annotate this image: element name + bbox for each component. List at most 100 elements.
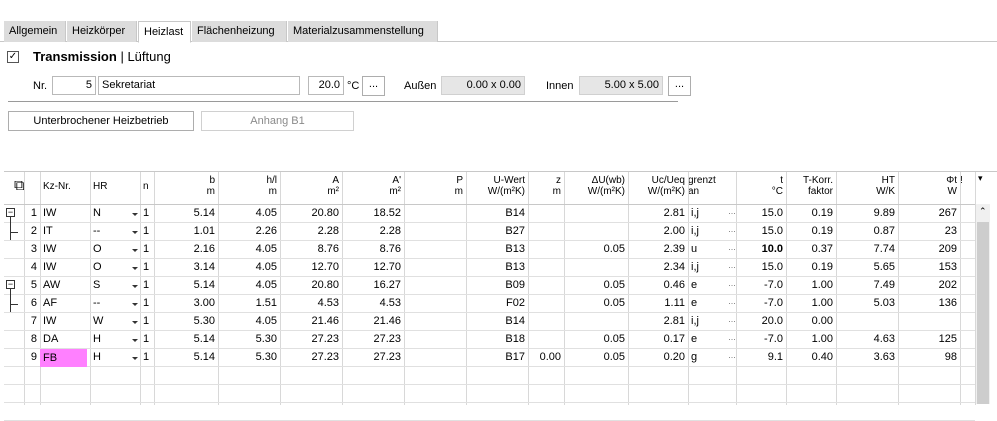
cell-gr[interactable]: i,j (688, 225, 733, 237)
scrollbar-thumb[interactable] (977, 222, 989, 404)
cell-du[interactable]: 0.05 (564, 351, 625, 363)
cell-u[interactable]: B27 (466, 225, 525, 237)
dropdown-arrow-icon[interactable] (132, 213, 138, 216)
cell-n[interactable]: 1 (140, 279, 151, 291)
cell-h[interactable]: 4.05 (218, 261, 277, 273)
group-collapse-icon[interactable]: − (6, 208, 15, 217)
column-header[interactable]: HT W/K (836, 175, 895, 197)
cell-n[interactable]: 1 (140, 351, 151, 363)
column-header[interactable]: A' m² (342, 175, 401, 197)
cell-gr[interactable]: e (688, 297, 733, 309)
cell-b[interactable]: 3.14 (154, 261, 215, 273)
lueftung-label[interactable]: Lüftung (127, 49, 170, 64)
cell-b[interactable]: 5.14 (154, 279, 215, 291)
cell-u[interactable]: B13 (466, 261, 525, 273)
temp-ellipsis-button[interactable]: ... (362, 76, 385, 96)
cell-kz[interactable]: IW (40, 207, 87, 219)
cell-gr[interactable]: i,j (688, 315, 733, 327)
cell-n[interactable]: 1 (140, 225, 151, 237)
dropdown-arrow-icon[interactable] (132, 321, 138, 324)
cell-du[interactable]: 0.05 (564, 279, 625, 291)
cell-hr[interactable]: -- (90, 297, 137, 309)
cell-u[interactable]: F02 (466, 297, 525, 309)
ellipsis-icon[interactable]: … (728, 243, 736, 252)
cell-u[interactable]: B18 (466, 333, 525, 345)
ellipsis-icon[interactable]: … (728, 333, 736, 342)
cell-hr[interactable]: O (90, 261, 137, 273)
ellipsis-icon[interactable]: … (728, 297, 736, 306)
column-menu-icon[interactable]: ▾ (978, 173, 983, 184)
cell-n[interactable]: 1 (140, 315, 151, 327)
cell-hr[interactable]: N (90, 207, 137, 219)
dropdown-arrow-icon[interactable] (132, 339, 138, 342)
innen-ellipsis-button[interactable]: ... (668, 76, 691, 96)
ellipsis-icon[interactable]: … (728, 261, 736, 270)
cell-b[interactable]: 2.16 (154, 243, 215, 255)
tab-materialzusammenstellung[interactable]: Materialzusammenstellung (288, 21, 438, 42)
cell-u[interactable]: B17 (466, 351, 525, 363)
dropdown-arrow-icon[interactable] (132, 303, 138, 306)
cell-gr[interactable]: g (688, 351, 733, 363)
tab-heizkoerper[interactable]: Heizkörper (67, 21, 137, 42)
column-header[interactable]: U-Wert W/(m²K) (466, 175, 525, 197)
cell-du[interactable]: 0.05 (564, 297, 625, 309)
group-collapse-icon[interactable]: − (6, 280, 15, 289)
tab-heizlast[interactable]: Heizlast (138, 21, 191, 43)
cell-h[interactable]: 1.51 (218, 297, 277, 309)
cell-kz[interactable]: IT (40, 225, 87, 237)
cell-hr[interactable]: W (90, 315, 137, 327)
cell-n[interactable]: 1 (140, 261, 151, 273)
column-header[interactable]: Pm (404, 175, 463, 197)
column-header[interactable]: Uc/Ueq W/(m²K) (628, 175, 685, 197)
cell-n[interactable]: 1 (140, 243, 151, 255)
cell-kz[interactable]: IW (40, 261, 87, 273)
column-header[interactable]: t °C (736, 175, 783, 197)
room-name-input[interactable]: Sekretariat (98, 76, 300, 95)
transmission-label[interactable]: Transmission (33, 49, 117, 64)
cell-kz[interactable]: AF (40, 297, 87, 309)
column-header[interactable]: Kz-Nr. (40, 181, 87, 192)
cell-h[interactable]: 5.30 (218, 351, 277, 363)
room-temp-input[interactable]: 20.0 (308, 76, 344, 95)
transmission-checkbox[interactable]: ✓ (7, 51, 19, 63)
column-header[interactable]: zm (528, 175, 561, 197)
ellipsis-icon[interactable]: … (728, 225, 736, 234)
dropdown-arrow-icon[interactable] (132, 285, 138, 288)
dropdown-arrow-icon[interactable] (132, 249, 138, 252)
cell-hr[interactable]: -- (90, 225, 137, 237)
tab-flaechenheizung[interactable]: Flächenheizung (192, 21, 287, 42)
tab-allgemein[interactable]: Allgemein (4, 21, 66, 42)
dropdown-arrow-icon[interactable] (132, 231, 138, 234)
column-header[interactable]: bm (154, 175, 215, 197)
cell-b[interactable]: 5.14 (154, 207, 215, 219)
cell-h[interactable]: 2.26 (218, 225, 277, 237)
cell-h[interactable]: 4.05 (218, 279, 277, 291)
column-header[interactable]: HR (90, 181, 137, 192)
column-header[interactable]: Φt W (898, 175, 957, 197)
cell-h[interactable]: 4.05 (218, 243, 277, 255)
cell-gr[interactable]: i,j (688, 261, 733, 273)
cell-u[interactable]: B14 (466, 207, 525, 219)
cell-kz[interactable]: AW (40, 279, 87, 291)
cell-hr[interactable]: H (90, 333, 137, 345)
column-header[interactable]: ΔU(wb) W/(m²K) (564, 175, 625, 197)
cell-gr[interactable]: u (688, 243, 733, 255)
cell-kz[interactable]: IW (40, 315, 87, 327)
cell-kz[interactable]: FB (40, 349, 87, 367)
column-header[interactable]: n (140, 181, 151, 192)
cell-b[interactable]: 5.14 (154, 351, 215, 363)
cell-z[interactable]: 0.00 (528, 351, 561, 363)
cell-hr[interactable]: S (90, 279, 137, 291)
ellipsis-icon[interactable]: … (728, 315, 736, 324)
nr-input[interactable]: 5 (52, 76, 96, 95)
column-header[interactable]: grenzt an (688, 175, 733, 197)
dropdown-arrow-icon[interactable] (132, 357, 138, 360)
cell-n[interactable]: 1 (140, 207, 151, 219)
cell-h[interactable]: 4.05 (218, 207, 277, 219)
cell-gr[interactable]: i,j (688, 207, 733, 219)
column-header[interactable]: Am² (280, 175, 339, 197)
cell-hr[interactable]: H (90, 351, 137, 363)
column-header[interactable]: ! (960, 175, 967, 186)
cell-h[interactable]: 5.30 (218, 333, 277, 345)
ellipsis-icon[interactable]: … (728, 207, 736, 216)
